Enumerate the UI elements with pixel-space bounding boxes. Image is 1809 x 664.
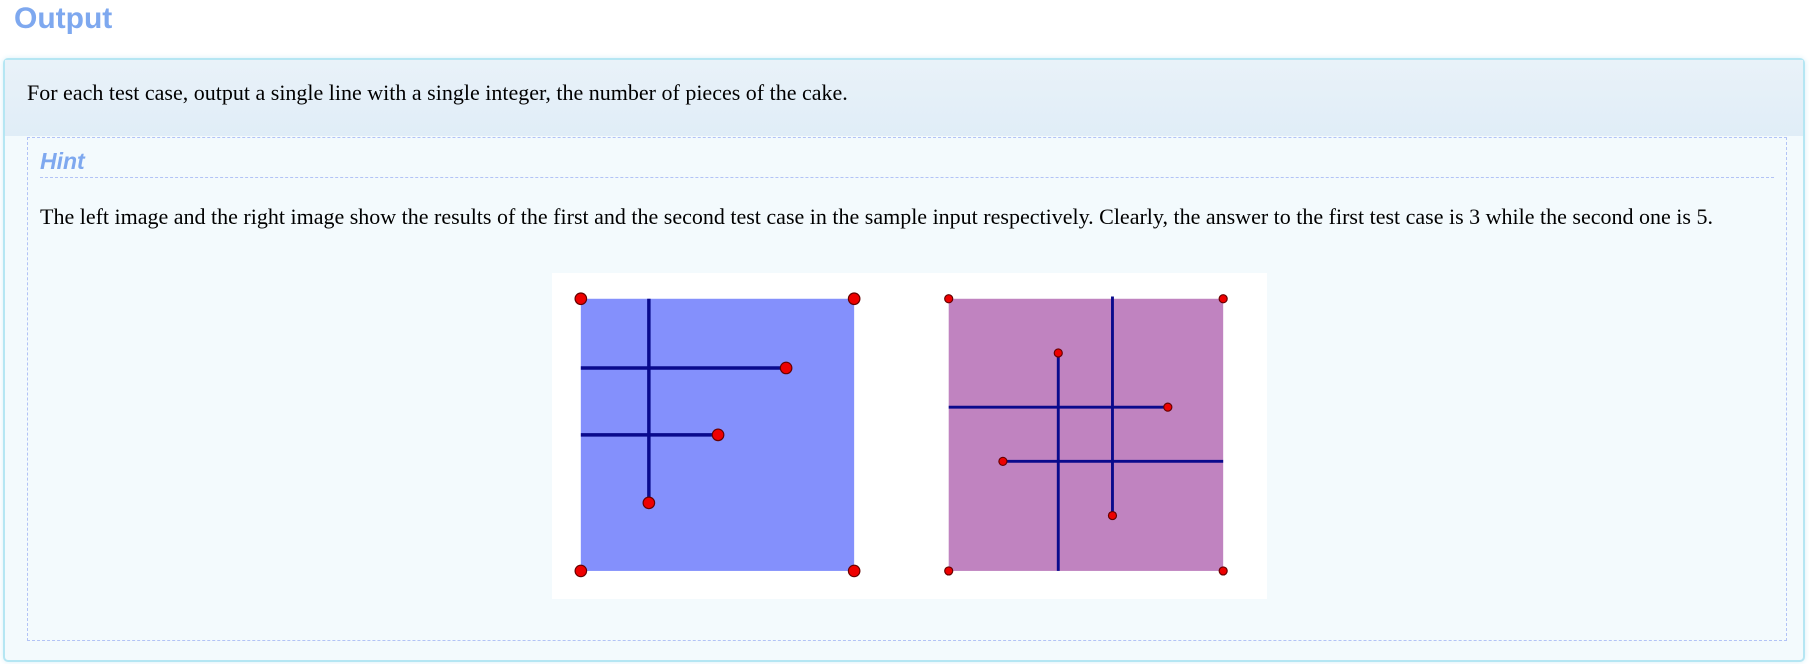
hint-figure <box>552 273 1267 599</box>
output-panel: For each test case, output a single line… <box>3 58 1805 662</box>
hint-title: Hint <box>40 148 1774 178</box>
hint-box: Hint The left image and the right image … <box>27 137 1787 641</box>
hint-text: The left image and the right image show … <box>40 204 1713 229</box>
cake-cuts-image <box>574 292 1228 578</box>
section-title: Output <box>14 2 113 35</box>
right-cake <box>944 294 1228 576</box>
left-cake <box>574 292 861 578</box>
output-description: For each test case, output a single line… <box>27 80 848 105</box>
